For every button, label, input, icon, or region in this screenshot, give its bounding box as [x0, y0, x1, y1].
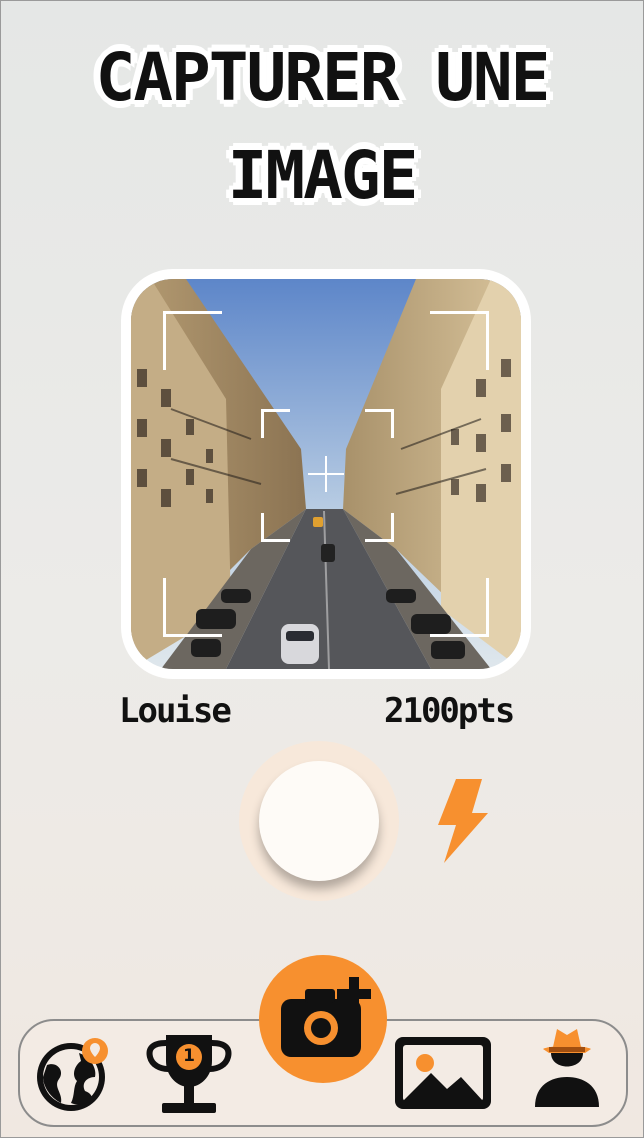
- player-name: Louise: [119, 691, 232, 731]
- focus-corner-bottom-right: [365, 513, 394, 542]
- frame-corner-top-left: [163, 311, 222, 370]
- map-pin-badge: [82, 1038, 83, 1039]
- page-title-line-1: CAPTURER UNE: [95, 39, 551, 116]
- camera-viewfinder[interactable]: [121, 269, 531, 679]
- frame-corner-bottom-right: [430, 578, 489, 637]
- shutter-button[interactable]: [259, 761, 379, 881]
- trophy-icon[interactable]: [144, 1031, 234, 1117]
- capture-image-button[interactable]: [259, 955, 387, 1083]
- gallery-icon[interactable]: [393, 1035, 493, 1111]
- page-title: CAPTURER UNE IMAGE: [1, 29, 643, 225]
- frame-corner-top-right: [430, 311, 489, 370]
- flash-icon[interactable]: [434, 777, 490, 865]
- rank-badge: 1: [183, 1046, 195, 1066]
- focus-corner-top-left: [261, 409, 290, 438]
- page-title-line-2: IMAGE: [227, 137, 419, 214]
- camera-add-icon: [281, 977, 371, 1057]
- profile-icon[interactable]: [529, 1023, 605, 1109]
- focus-corner-top-right: [365, 409, 394, 438]
- crosshair-icon: [308, 456, 344, 492]
- globe-icon[interactable]: [31, 1031, 113, 1113]
- frame-corner-bottom-left: [163, 578, 222, 637]
- focus-corner-bottom-left: [261, 513, 290, 542]
- player-points: 2100pts: [384, 691, 515, 731]
